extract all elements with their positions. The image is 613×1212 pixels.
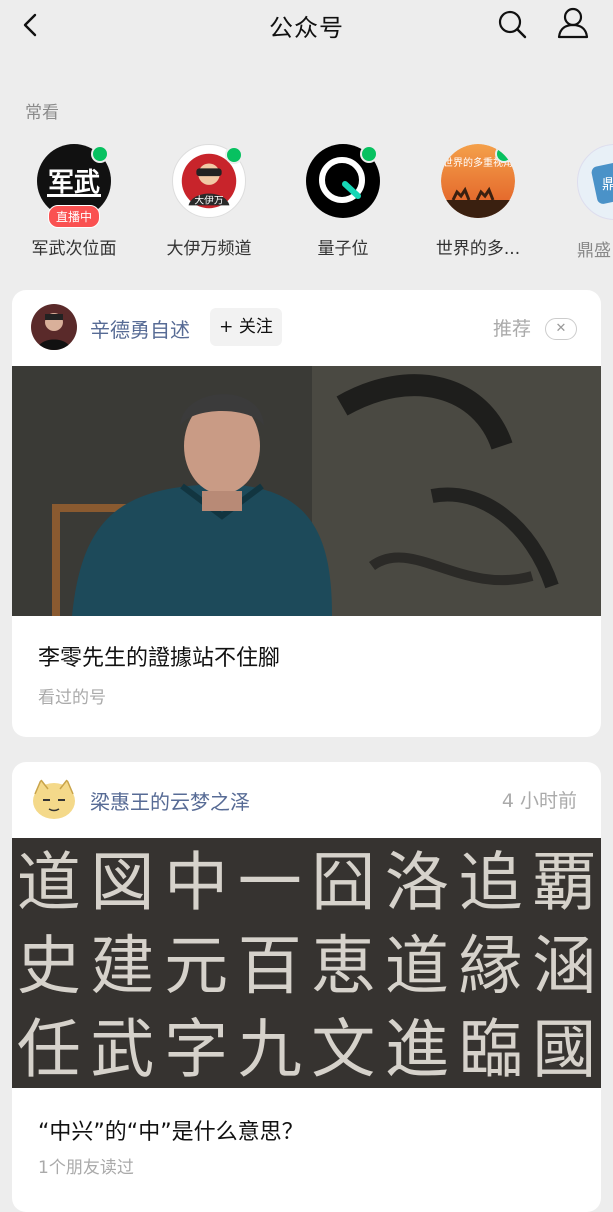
calligraphy-glyph: 追 xyxy=(459,847,523,921)
article-image[interactable]: 道史任図建武中元字一百九囧恵文洛道進追縁臨覇涵國 xyxy=(12,838,601,1088)
article-card[interactable]: 梁惠王的云梦之泽 4 小时前 道史任図建武中元字一百九囧恵文洛道進追縁臨覇涵國 … xyxy=(12,762,601,1212)
calligraphy-glyph: 涵 xyxy=(532,930,596,1004)
top-bar: 公众号 xyxy=(0,0,613,52)
frequent-account-name: 大伊万频道 xyxy=(166,239,252,259)
calligraphy-glyph: 道 xyxy=(385,930,449,1004)
calligraphy-glyph: 図 xyxy=(90,847,154,921)
logo-text: 军武 xyxy=(48,168,100,198)
calligraphy-glyph: 字 xyxy=(164,1013,228,1087)
account-name[interactable]: 辛德勇自述 xyxy=(90,314,190,343)
frequent-account-dayiwan[interactable]: 大伊万 大伊万频道 xyxy=(139,144,279,259)
calligraphy-glyph: 臨 xyxy=(459,1013,523,1087)
frequent-account-name: 量子位 xyxy=(317,239,369,259)
card-header: 辛德勇自述 + 关注 推荐 ✕ xyxy=(12,290,601,366)
article-title[interactable]: “中兴”的“中”是什么意思？ xyxy=(38,1114,304,1146)
calligraphy-glyph: 建 xyxy=(90,930,154,1004)
article-meta: 1个朋友读过 xyxy=(38,1158,134,1178)
calligraphy-glyph: 覇 xyxy=(532,847,596,921)
recommend-label: 推荐 xyxy=(492,318,531,340)
online-dot-icon xyxy=(495,145,513,163)
section-label-frequent: 常看 xyxy=(25,103,59,123)
online-dot-icon xyxy=(360,145,378,163)
avatar xyxy=(306,144,380,218)
follow-button[interactable]: + 关注 xyxy=(210,308,282,346)
frequent-account-world[interactable]: 世界的多重视角 世界的多... xyxy=(408,144,548,259)
article-title[interactable]: 李零先生的證據站不住腳 xyxy=(38,640,280,672)
avatar: 大伊万 xyxy=(172,144,246,218)
calligraphy-glyph: 中 xyxy=(164,847,228,921)
online-dot-icon xyxy=(91,145,109,163)
live-badge: 直播中 xyxy=(47,205,101,228)
search-icon[interactable] xyxy=(494,6,530,42)
calligraphy-glyph: 任 xyxy=(17,1013,81,1087)
frequent-account-name: 军武次位面 xyxy=(31,239,117,259)
card-header: 梁惠王的云梦之泽 4 小时前 xyxy=(12,762,601,838)
article-meta: 看过的号 xyxy=(38,688,106,708)
calligraphy-glyph: 道 xyxy=(17,847,81,921)
dismiss-icon[interactable]: ✕ xyxy=(545,318,577,340)
calligraphy-glyph: 九 xyxy=(238,1013,302,1087)
calligraphy-glyph: 文 xyxy=(311,1013,375,1087)
timestamp: 4 小时前 xyxy=(501,790,577,812)
calligraphy-glyph: 進 xyxy=(385,1013,449,1087)
article-image[interactable] xyxy=(12,366,601,616)
account-name[interactable]: 梁惠王的云梦之泽 xyxy=(90,786,250,815)
logo-text: 鼎盛 xyxy=(602,177,613,193)
account-avatar[interactable] xyxy=(31,776,77,822)
frequent-account-name: 鼎盛 xyxy=(577,241,611,261)
calligraphy-glyph: 元 xyxy=(164,930,228,1004)
frequent-account-liangziwei[interactable]: 量子位 xyxy=(273,144,413,259)
logo-text: 大伊万 xyxy=(194,193,223,206)
calligraphy-glyph: 史 xyxy=(17,930,81,1004)
calligraphy-glyph: 國 xyxy=(532,1013,596,1087)
profile-icon[interactable] xyxy=(554,4,592,42)
calligraphy-glyph: 洛 xyxy=(385,847,449,921)
account-avatar[interactable] xyxy=(31,304,77,350)
calligraphy-glyph: 百 xyxy=(238,930,302,1004)
calligraphy-glyph: 一 xyxy=(238,847,302,921)
calligraphy-glyph: 縁 xyxy=(459,930,523,1004)
avatar: 军武 直播中 xyxy=(37,144,111,228)
calligraphy-glyph: 武 xyxy=(90,1013,154,1087)
online-dot-icon xyxy=(225,146,243,164)
article-card[interactable]: 辛德勇自述 + 关注 推荐 ✕ 李零先生的證據站不住腳 看过的号 xyxy=(12,290,601,737)
frequent-account-dingsheng[interactable]: 鼎盛 鼎盛 xyxy=(543,144,613,261)
calligraphy-glyph: 恵 xyxy=(311,930,375,1004)
frequent-account-junwu[interactable]: 军武 直播中 军武次位面 xyxy=(4,144,144,259)
avatar: 世界的多重视角 xyxy=(441,144,515,218)
calligraphy-glyph: 囧 xyxy=(311,847,375,921)
frequent-account-name: 世界的多... xyxy=(435,239,521,259)
avatar: 鼎盛 xyxy=(577,144,613,220)
